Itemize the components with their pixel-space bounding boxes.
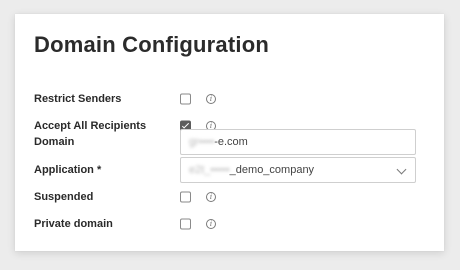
domain-redacted-text: gr•••• bbox=[189, 136, 215, 148]
suspended-row: Suspended i bbox=[34, 184, 416, 210]
restrict-senders-checkbox[interactable] bbox=[180, 93, 191, 105]
domain-configuration-card: Domain Configuration Restrict Senders i … bbox=[15, 14, 444, 251]
suspended-label: Suspended bbox=[34, 191, 94, 203]
private-domain-row: Private domain i bbox=[34, 211, 416, 237]
application-redacted-text: e2t_••••• bbox=[189, 164, 230, 176]
info-icon[interactable]: i bbox=[206, 219, 216, 229]
restrict-senders-label: Restrict Senders bbox=[34, 93, 122, 105]
domain-input[interactable]: gr•••• -e.com bbox=[180, 129, 416, 155]
domain-row: Domain gr•••• -e.com bbox=[34, 129, 416, 155]
application-row: Application * e2t_••••• _demo_company bbox=[34, 157, 416, 183]
domain-label: Domain bbox=[34, 136, 75, 148]
chevron-down-icon[interactable] bbox=[396, 164, 407, 175]
restrict-senders-row: Restrict Senders i bbox=[34, 86, 416, 112]
application-label: Application * bbox=[34, 164, 102, 176]
info-icon[interactable]: i bbox=[206, 192, 216, 202]
info-icon[interactable]: i bbox=[206, 94, 216, 104]
private-domain-checkbox[interactable] bbox=[180, 218, 191, 230]
application-select[interactable]: e2t_••••• _demo_company bbox=[180, 157, 416, 183]
page-title: Domain Configuration bbox=[34, 32, 269, 57]
suspended-checkbox[interactable] bbox=[180, 191, 191, 203]
application-value: _demo_company bbox=[229, 164, 315, 176]
domain-value: -e.com bbox=[214, 136, 248, 148]
private-domain-label: Private domain bbox=[34, 218, 113, 230]
